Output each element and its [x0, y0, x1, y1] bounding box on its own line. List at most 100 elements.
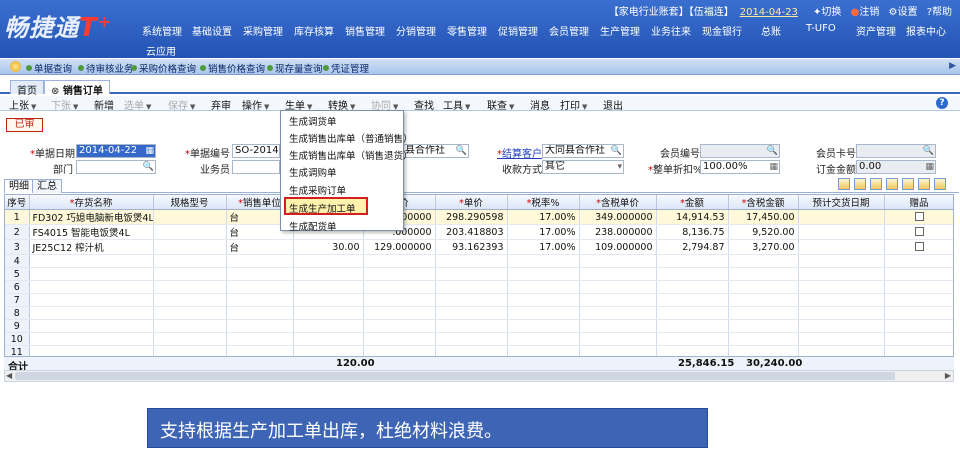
empty-cell[interactable] [579, 254, 657, 268]
cell-spec[interactable] [153, 209, 227, 225]
cell-taxamount[interactable]: 17,450.00 [728, 209, 799, 225]
column-header[interactable]: *单价 [435, 195, 508, 210]
empty-cell[interactable] [29, 293, 154, 307]
cell-name[interactable]: FD302 巧媳电脑新电饭煲4L [29, 209, 154, 225]
empty-cell[interactable] [728, 267, 799, 281]
empty-cell[interactable] [226, 332, 294, 346]
menu-item[interactable]: 资产管理 [856, 23, 896, 38]
empty-cell[interactable] [798, 293, 885, 307]
column-header[interactable]: 赠品 [884, 195, 953, 210]
cell-taxprice[interactable]: 109.000000 [579, 239, 657, 255]
menu-item-gen-distribution[interactable]: 生成配货单 [289, 219, 337, 233]
empty-cell[interactable] [153, 254, 227, 268]
expand-icon[interactable]: ▶ [949, 61, 956, 71]
empty-cell[interactable] [153, 293, 227, 307]
menu-item[interactable]: 分销管理 [396, 23, 436, 38]
empty-cell[interactable] [29, 332, 154, 346]
cell-price[interactable]: 93.162393 [435, 239, 508, 255]
menu-item[interactable]: 业务往来 [651, 23, 691, 38]
empty-cell[interactable] [656, 280, 729, 294]
number-field[interactable]: SO-2014-04 [232, 144, 280, 158]
table-row[interactable]: 4 [5, 254, 953, 268]
empty-cell[interactable] [29, 254, 154, 268]
cell-quote[interactable]: 129.000000 [363, 239, 436, 255]
table-row[interactable]: 5 [5, 267, 953, 281]
empty-cell[interactable] [579, 332, 657, 346]
cell-gift[interactable] [884, 209, 953, 225]
cell-gift[interactable] [884, 239, 953, 255]
horizontal-scrollbar[interactable]: ◀ ▶ [4, 370, 954, 382]
print-button[interactable]: 打印 ▼ [560, 97, 587, 112]
export-icon[interactable] [918, 178, 930, 190]
next-button[interactable]: 下张 ▼ [51, 97, 78, 112]
empty-cell[interactable] [226, 254, 294, 268]
search-row-icon[interactable] [886, 178, 898, 190]
cell-amount[interactable]: 2,794.87 [656, 239, 729, 255]
menu-item-gen-transfer[interactable]: 生成调购单 [289, 165, 337, 179]
search-icon[interactable]: 🔍 [143, 161, 154, 173]
unaudit-button[interactable]: 弃审 [211, 97, 231, 112]
empty-cell[interactable] [728, 280, 799, 294]
search-icon[interactable]: 🔍 [923, 145, 934, 157]
gift-checkbox[interactable] [914, 226, 924, 236]
empty-cell[interactable] [226, 267, 294, 281]
cell-date[interactable] [798, 209, 885, 225]
empty-cell[interactable] [656, 267, 729, 281]
column-header[interactable]: 预计交货日期 [798, 195, 885, 210]
delete-row-icon[interactable] [870, 178, 882, 190]
empty-cell[interactable] [798, 254, 885, 268]
empty-cell[interactable] [507, 293, 580, 307]
empty-cell[interactable] [363, 293, 436, 307]
empty-cell[interactable] [29, 319, 154, 333]
empty-cell[interactable] [226, 280, 294, 294]
logout-button[interactable]: ●注销 [851, 7, 880, 18]
column-header[interactable]: *含税单价 [579, 195, 657, 210]
empty-cell[interactable] [507, 306, 580, 320]
empty-cell[interactable] [507, 267, 580, 281]
menu-item[interactable]: 销售管理 [345, 23, 385, 38]
empty-cell[interactable] [435, 306, 508, 320]
cell-amount[interactable]: 14,914.53 [656, 209, 729, 225]
cell-taxamount[interactable]: 9,520.00 [728, 224, 799, 240]
find-button[interactable]: 查找 [414, 97, 434, 112]
cell-taxamount[interactable]: 3,270.00 [728, 239, 799, 255]
tab-summary[interactable]: 汇总 [32, 179, 62, 193]
empty-cell[interactable] [435, 267, 508, 281]
scroll-left-icon[interactable]: ◀ [6, 371, 12, 380]
empty-cell[interactable] [884, 319, 953, 333]
column-header[interactable]: 序号 [5, 195, 30, 210]
empty-cell[interactable] [435, 293, 508, 307]
quick-link[interactable]: 凭证管理 [323, 61, 369, 75]
new-button[interactable]: 新增 [94, 97, 114, 112]
calculator-icon[interactable]: ▦ [769, 161, 778, 173]
empty-cell[interactable] [656, 254, 729, 268]
menu-item[interactable]: 零售管理 [447, 23, 487, 38]
dept-field[interactable]: 🔍 [76, 160, 156, 174]
empty-cell[interactable] [435, 319, 508, 333]
empty-cell[interactable] [153, 319, 227, 333]
empty-cell[interactable] [798, 319, 885, 333]
cell-spec[interactable] [153, 239, 227, 255]
empty-cell[interactable] [728, 332, 799, 346]
menu-item[interactable]: T-UFO [806, 23, 836, 34]
salesman-field[interactable] [232, 160, 280, 174]
column-header[interactable]: *含税金额 [728, 195, 799, 210]
menu-item-gen-production-order[interactable]: 生成生产加工单 [289, 201, 356, 215]
table-row[interactable]: 1 FD302 巧媳电脑新电饭煲4L 台 .000000 298.290598 … [5, 209, 953, 225]
menu-item[interactable]: 会员管理 [549, 23, 589, 38]
select-doc-button[interactable]: 选单 ▼ [124, 97, 151, 112]
settings-button[interactable]: ⚙设置 [889, 7, 918, 18]
empty-cell[interactable] [153, 332, 227, 346]
empty-cell[interactable] [884, 267, 953, 281]
empty-cell[interactable] [579, 306, 657, 320]
table-row[interactable]: 7 [5, 293, 953, 307]
empty-cell[interactable] [579, 280, 657, 294]
empty-cell[interactable] [579, 267, 657, 281]
empty-cell[interactable] [363, 319, 436, 333]
search-icon[interactable]: 🔍 [611, 145, 622, 157]
empty-cell[interactable] [656, 293, 729, 307]
empty-cell[interactable] [293, 254, 364, 268]
quick-link[interactable]: 现存量查询 [267, 61, 323, 75]
empty-cell[interactable] [363, 306, 436, 320]
empty-cell[interactable] [798, 267, 885, 281]
